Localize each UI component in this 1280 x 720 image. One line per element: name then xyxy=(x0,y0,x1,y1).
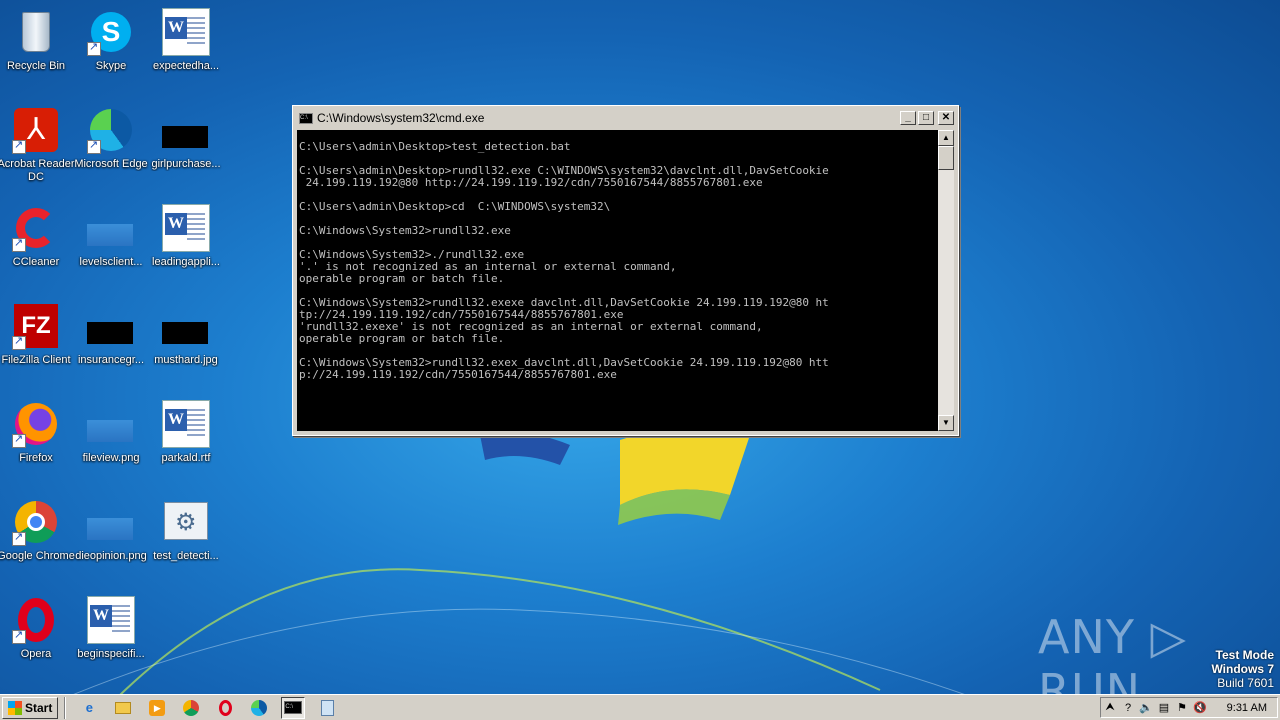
show-hidden-icons-icon[interactable]: ⮝ xyxy=(1101,701,1119,714)
desktop-icon-edge[interactable]: Microsoft Edge xyxy=(73,100,149,186)
help-icon[interactable]: ? xyxy=(1119,702,1137,714)
desktop-icon-beginspecifi[interactable]: W beginspecifi... xyxy=(73,590,149,676)
edge-taskbar-icon[interactable] xyxy=(247,697,271,719)
ccleaner-icon xyxy=(12,204,60,252)
word-document-icon: W xyxy=(162,8,210,56)
cmd-scrollbar[interactable]: ▲ ▼ xyxy=(938,130,954,431)
taskbar: Start e ▶ C:\ ⮝ ? 🔈 ▤ ⚑ 🔇 9:31 AM xyxy=(0,694,1280,720)
desktop-icon-firefox[interactable]: Firefox xyxy=(0,394,74,480)
action-center-flag-icon[interactable]: ⚑ xyxy=(1173,701,1191,714)
close-button[interactable]: ✕ xyxy=(938,111,954,125)
test-mode-watermark: Test Mode Windows 7 Build 7601 xyxy=(1211,648,1274,690)
word-document-icon: W xyxy=(162,204,210,252)
desktop-icon-girlpurchase[interactable]: girlpurchase... xyxy=(148,100,224,186)
console-line: operable program or batch file. xyxy=(299,332,505,345)
scroll-thumb[interactable] xyxy=(938,146,954,170)
desktop-icon-chrome[interactable]: Google Chrome xyxy=(0,492,75,578)
cmd-console[interactable]: C:\Users\admin\Desktop>test_detection.ba… xyxy=(297,130,938,431)
speaker-muted-icon[interactable]: 🔇 xyxy=(1191,701,1209,714)
desktop-icon-parkald[interactable]: W parkald.rtf xyxy=(148,394,224,480)
desktop-icon-levelsclient[interactable]: levelsclient... xyxy=(73,198,149,284)
system-tray: ⮝ ? 🔈 ▤ ⚑ 🔇 9:31 AM xyxy=(1100,697,1278,718)
desktop-icon-acrobat[interactable]: ⅄ Acrobat Reader DC xyxy=(0,100,75,186)
image-file-icon xyxy=(162,126,208,148)
desktop-icon-expectedha[interactable]: W expectedha... xyxy=(148,2,224,88)
word-document-icon: W xyxy=(162,400,210,448)
volume-icon[interactable]: 🔈 xyxy=(1137,701,1155,714)
chrome-taskbar-icon[interactable] xyxy=(179,697,203,719)
filezilla-icon: FZ xyxy=(12,302,60,350)
desktop-icon-skype[interactable]: S Skype xyxy=(73,2,149,88)
cmd-app-icon: C:\ xyxy=(299,112,313,124)
cmd-titlebar[interactable]: C:\ C:\Windows\system32\cmd.exe _ □ ✕ xyxy=(295,108,956,128)
ie-taskbar-icon[interactable]: e xyxy=(77,697,101,719)
cmd-output: C:\Users\admin\Desktop>test_detection.ba… xyxy=(297,130,938,381)
windows-logo-icon xyxy=(8,700,22,715)
console-line: C:\Windows\System32>rundll32.exe xyxy=(299,224,511,237)
edge-icon xyxy=(87,106,135,154)
console-line: C:\Users\admin\Desktop>cd C:\WINDOWS\sys… xyxy=(299,200,611,213)
console-line: operable program or batch file. xyxy=(299,272,505,285)
notepad-taskbar-icon[interactable] xyxy=(315,697,339,719)
word-document-icon: W xyxy=(87,596,135,644)
desktop-icon-recycle-bin[interactable]: Recycle Bin xyxy=(0,2,74,88)
console-line: p://24.199.119.192/cdn/7550167544/885576… xyxy=(299,368,617,381)
explorer-taskbar-icon[interactable] xyxy=(111,697,135,719)
skype-icon: S xyxy=(87,8,135,56)
desktop-icon-filezilla[interactable]: FZ FileZilla Client xyxy=(0,296,74,382)
start-button[interactable]: Start xyxy=(2,696,59,719)
desktop-icon-fileview[interactable]: fileview.png xyxy=(73,394,149,480)
image-file-icon xyxy=(162,322,208,344)
opera-taskbar-icon[interactable] xyxy=(213,697,237,719)
batch-file-gear-icon: ⚙ xyxy=(162,498,210,546)
scroll-up-icon[interactable]: ▲ xyxy=(938,130,954,146)
acrobat-icon: ⅄ xyxy=(12,106,60,154)
desktop-icon-ccleaner[interactable]: CCleaner xyxy=(0,198,74,284)
opera-icon xyxy=(12,596,60,644)
desktop-icon-opera[interactable]: Opera xyxy=(0,590,74,676)
maximize-button[interactable]: □ xyxy=(918,111,934,125)
image-file-icon xyxy=(87,518,133,540)
console-line: 24.199.119.192@80 http://24.199.119.192/… xyxy=(299,176,763,189)
firefox-icon xyxy=(12,400,60,448)
scroll-down-icon[interactable]: ▼ xyxy=(938,415,954,431)
taskbar-separator xyxy=(64,696,67,719)
image-file-icon xyxy=(87,322,133,344)
taskbar-clock[interactable]: 9:31 AM xyxy=(1227,702,1267,714)
network-icon[interactable]: ▤ xyxy=(1155,701,1173,714)
console-line: C:\Users\admin\Desktop>test_detection.ba… xyxy=(299,140,571,153)
desktop-icon-dieopinion[interactable]: dieopinion.png xyxy=(73,492,149,578)
cmd-window[interactable]: C:\ C:\Windows\system32\cmd.exe _ □ ✕ C:… xyxy=(292,105,959,436)
recycle-bin-icon xyxy=(12,8,60,56)
cmd-title: C:\Windows\system32\cmd.exe xyxy=(317,111,485,125)
media-player-taskbar-icon[interactable]: ▶ xyxy=(145,697,169,719)
cmd-taskbar-icon[interactable]: C:\ xyxy=(281,696,306,719)
desktop-icon-insurancegr[interactable]: insurancegr... xyxy=(73,296,149,382)
image-file-icon xyxy=(87,420,133,442)
desktop-icon-test-detection[interactable]: ⚙ test_detecti... xyxy=(148,492,224,578)
chrome-icon xyxy=(12,498,60,546)
desktop-icon-leadingappli[interactable]: W leadingappli... xyxy=(148,198,224,284)
image-file-icon xyxy=(87,224,133,246)
desktop-icon-musthard[interactable]: musthard.jpg xyxy=(148,296,224,382)
minimize-button[interactable]: _ xyxy=(900,111,916,125)
